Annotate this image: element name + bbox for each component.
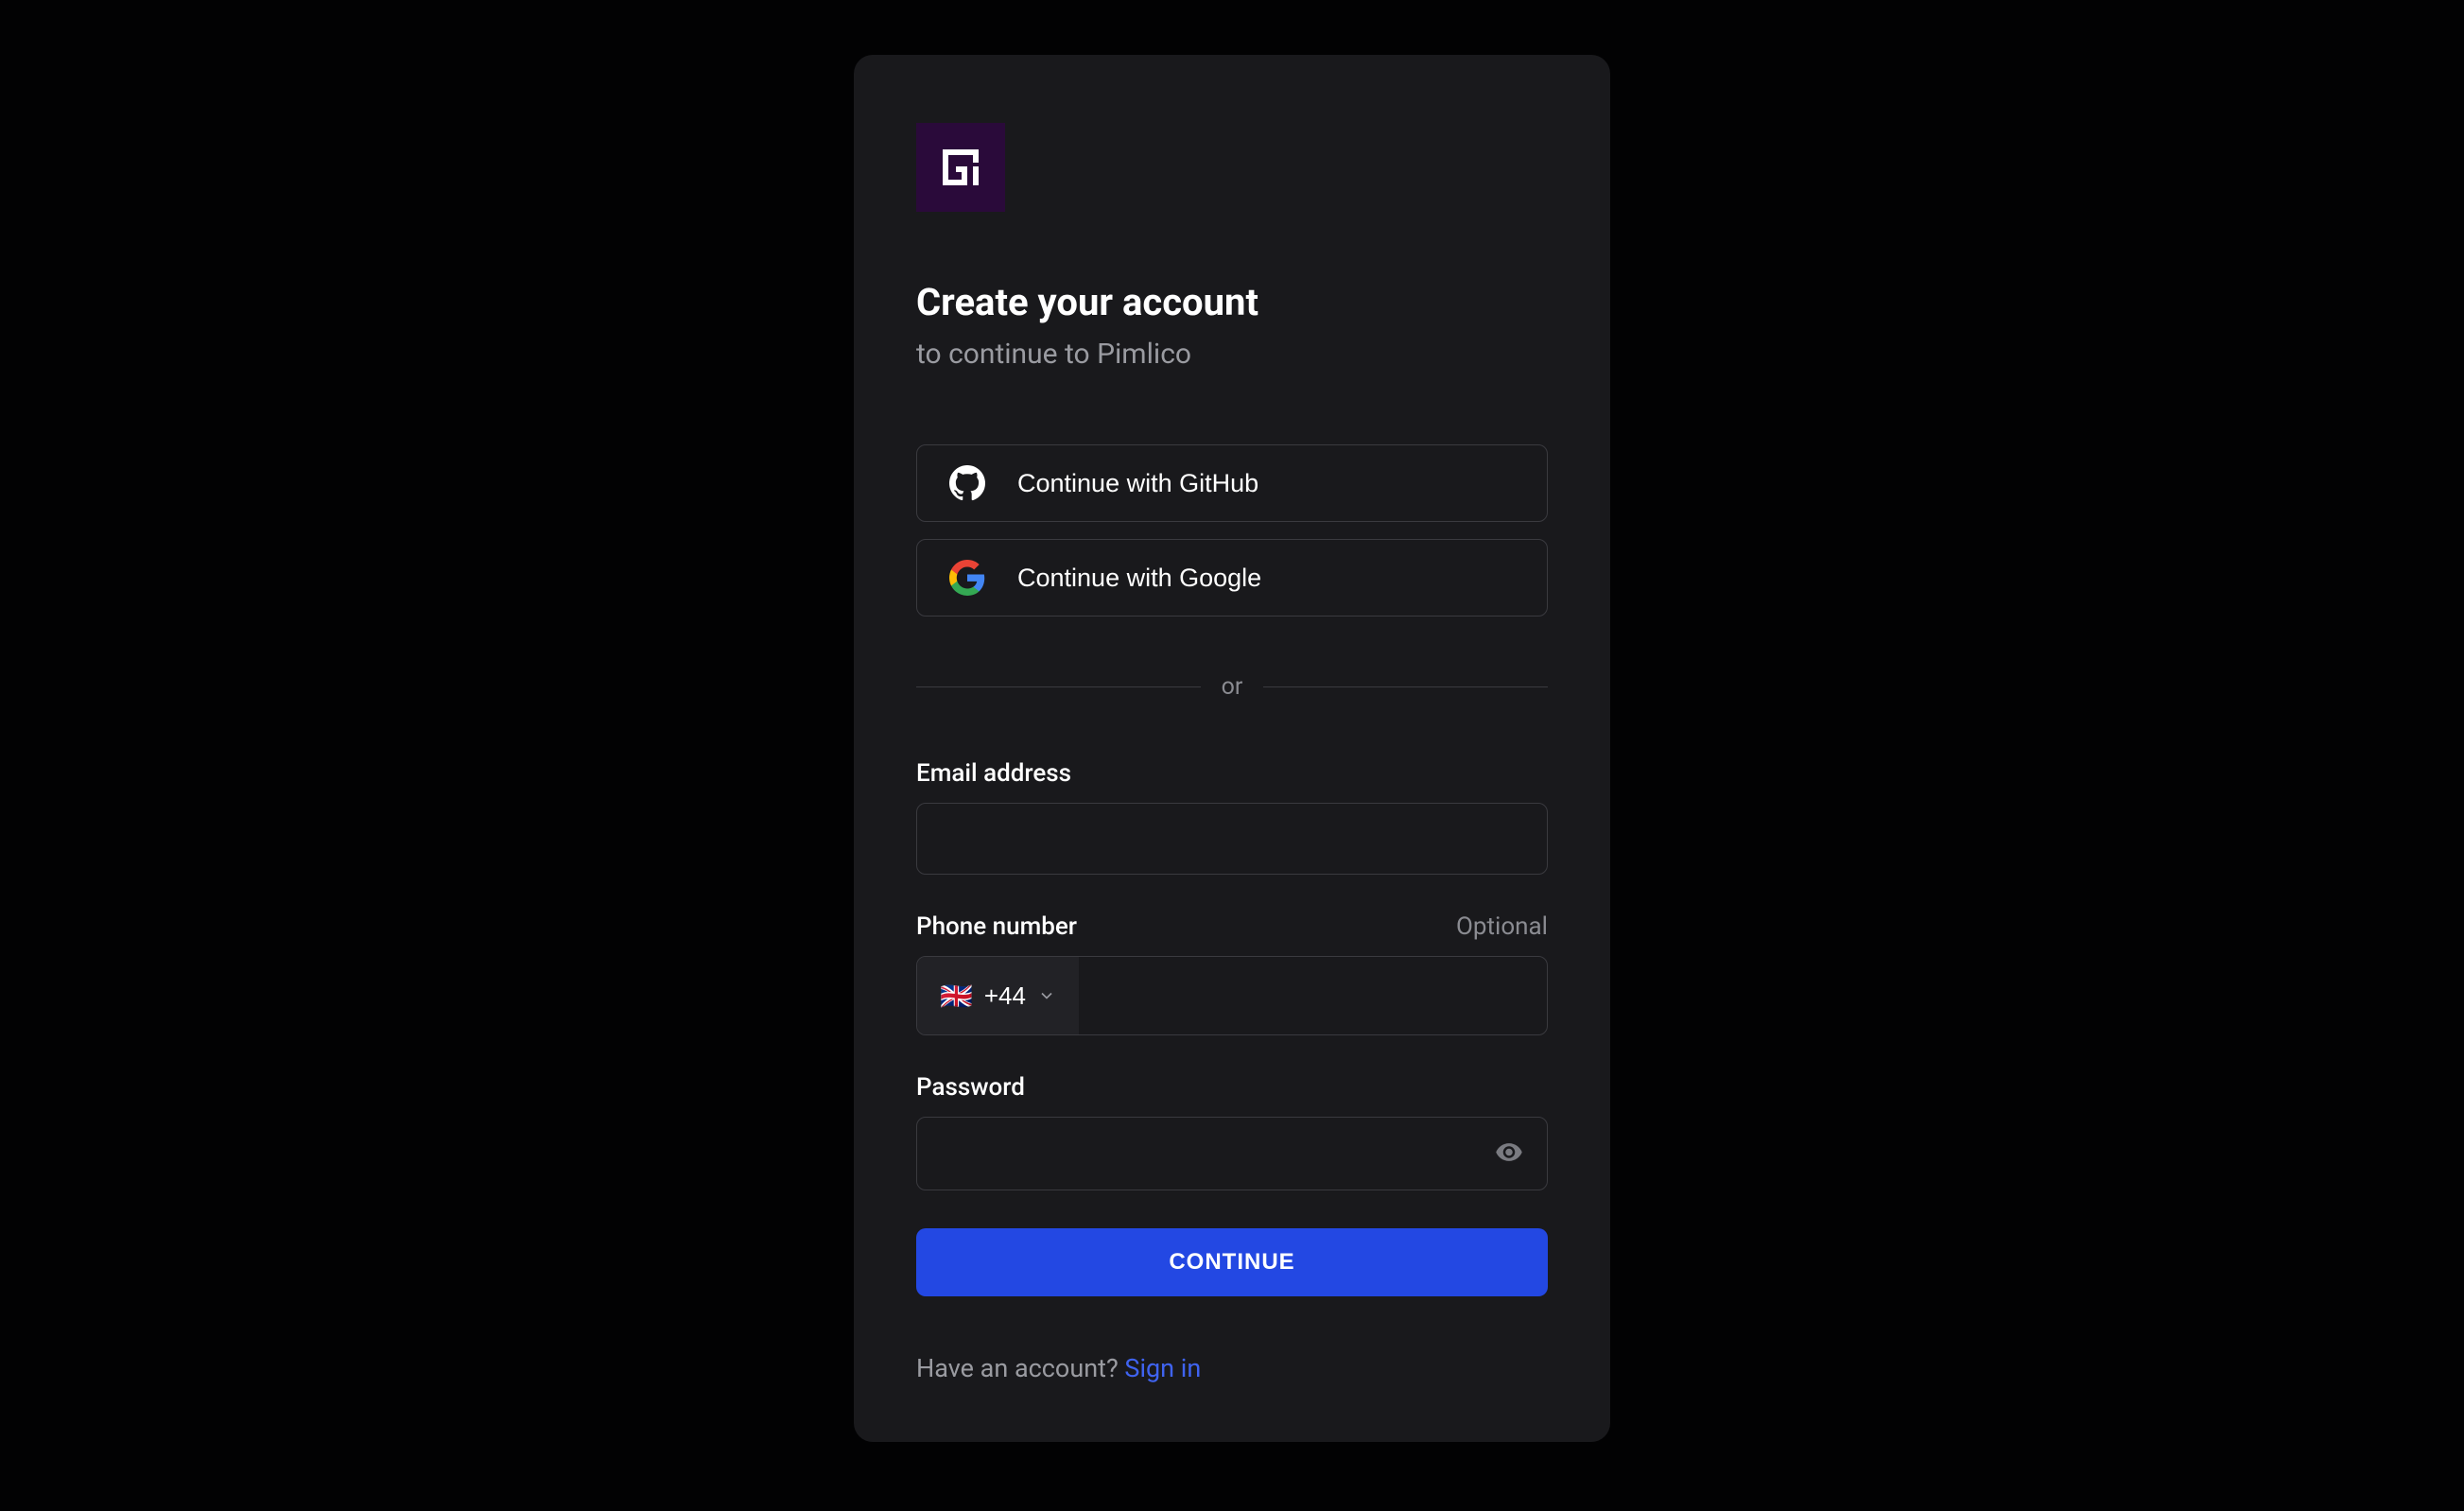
divider-line-right	[1263, 686, 1548, 687]
brand-logo	[916, 123, 1005, 212]
github-button-label: Continue with GitHub	[1017, 469, 1258, 498]
divider-line-left	[916, 686, 1201, 687]
google-button-label: Continue with Google	[1017, 564, 1261, 593]
phone-hint: Optional	[1456, 912, 1548, 941]
chevron-down-icon	[1037, 986, 1056, 1005]
divider-text: or	[1201, 673, 1264, 701]
password-input[interactable]	[916, 1117, 1548, 1190]
country-code-text: +44	[984, 981, 1026, 1011]
country-code-selector[interactable]: 🇬🇧 +44	[917, 957, 1079, 1034]
footer-prompt: Have an account? Sign in	[916, 1353, 1548, 1383]
toggle-password-visibility-button[interactable]	[1489, 1133, 1529, 1175]
google-icon	[949, 560, 985, 596]
continue-button[interactable]: CONTINUE	[916, 1228, 1548, 1296]
country-flag-icon: 🇬🇧	[940, 981, 973, 1012]
page-subtitle: to continue to Pimlico	[916, 338, 1548, 371]
password-field-group: Password	[916, 1073, 1548, 1190]
phone-field-group: Phone number Optional 🇬🇧 +44	[916, 912, 1548, 1035]
phone-label: Phone number	[916, 912, 1077, 941]
github-icon	[949, 465, 985, 501]
phone-input-row: 🇬🇧 +44	[916, 956, 1548, 1035]
password-label: Password	[916, 1073, 1025, 1102]
footer-prompt-text: Have an account?	[916, 1353, 1124, 1383]
page-title: Create your account	[916, 280, 1548, 324]
signup-card: Create your account to continue to Pimli…	[854, 55, 1610, 1442]
email-label: Email address	[916, 759, 1071, 788]
email-input[interactable]	[916, 803, 1548, 875]
eye-icon	[1495, 1138, 1523, 1167]
divider: or	[916, 673, 1548, 701]
continue-with-google-button[interactable]: Continue with Google	[916, 539, 1548, 617]
continue-with-github-button[interactable]: Continue with GitHub	[916, 444, 1548, 522]
pimlico-logo-icon	[937, 144, 984, 191]
email-field-group: Email address	[916, 759, 1548, 875]
sign-in-link[interactable]: Sign in	[1124, 1353, 1201, 1383]
phone-input[interactable]	[1079, 957, 1547, 1034]
